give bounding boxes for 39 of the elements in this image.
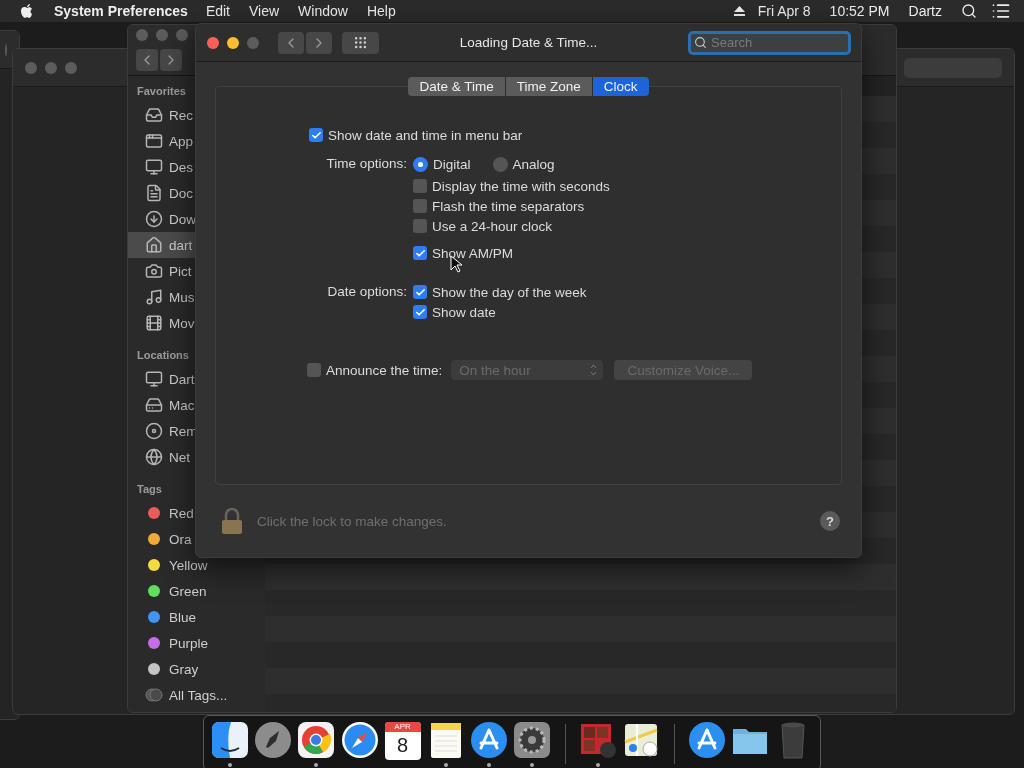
sidebar-item-label: Des [169, 159, 193, 175]
sidebar-item-label: Blue [169, 609, 197, 625]
sidebar-item-label: Yellow [169, 557, 208, 573]
section-title: Tags [136, 482, 163, 497]
checkbox-label: Display the time with seconds [432, 178, 610, 194]
field-label: Time options: [325, 155, 407, 173]
checkbox-label: Show date and time in menu bar [328, 127, 523, 143]
sidebar-item-label: Doc [169, 185, 193, 201]
radio-label: Digital [433, 156, 471, 172]
calendar-month: APR [384, 722, 421, 732]
sidebar-item-label: Rec [169, 107, 193, 123]
sidebar-item-label: Dart [169, 371, 195, 387]
sidebar-item-label: App [169, 133, 194, 149]
field-label: Date options: [326, 283, 407, 301]
checkbox-label: Show the day of the week [432, 284, 587, 300]
sidebar-item-label: Gray [169, 661, 199, 677]
checkbox-label: Show date [432, 304, 496, 320]
sidebar-item-label: Ora [169, 531, 192, 547]
section-title: Locations [136, 348, 190, 363]
checkbox-label: Flash the time separators [432, 198, 585, 214]
radio-label: Analog [512, 156, 555, 172]
checkbox-label: Announce the time: [326, 362, 443, 378]
sidebar-item-label: Pict [169, 263, 192, 279]
sidebar-item-label: All Tags... [169, 687, 228, 703]
lock-message: Click the lock to make changes. [257, 513, 447, 529]
sidebar-item-label: Mus [169, 289, 195, 305]
sidebar-item-label: dart [169, 237, 193, 253]
sidebar-item-label: Green [169, 583, 207, 599]
sidebar-item-label: Red [169, 505, 194, 521]
checkbox-label: Show AM/PM [432, 245, 514, 261]
sidebar-item-label: Dow [169, 211, 196, 227]
checkbox-label: Use a 24-hour clock [432, 218, 553, 234]
sidebar-item-label: Mov [169, 315, 195, 331]
calendar-day: 8 [397, 732, 409, 758]
section-title: Favorites [136, 84, 187, 99]
sidebar-item-label: Net [169, 449, 190, 465]
window-title: Loading Date & Time... [459, 35, 598, 50]
sidebar-item-label: Mac [169, 397, 195, 413]
sidebar-item-label: Purple [169, 635, 209, 651]
